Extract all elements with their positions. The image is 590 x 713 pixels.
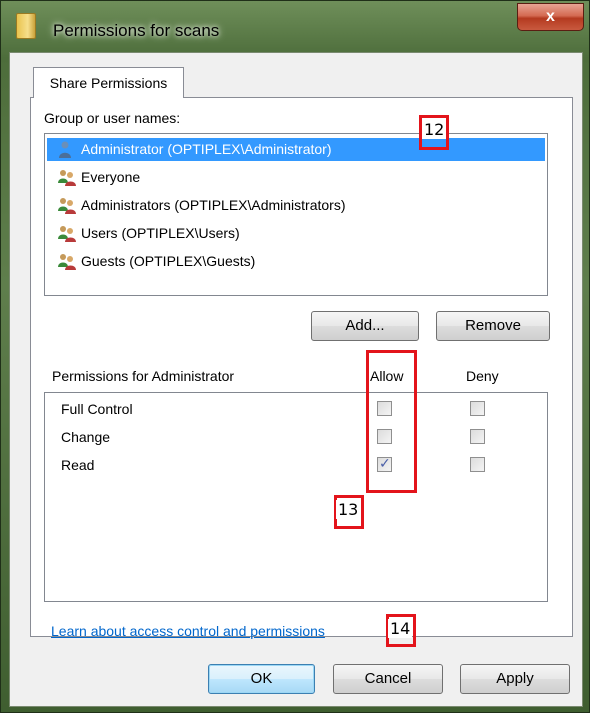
permission-row: Read ✓ [45, 453, 545, 481]
callout-number-12: 12 [422, 120, 447, 139]
deny-checkbox[interactable] [470, 401, 485, 416]
apply-button[interactable]: Apply [460, 664, 570, 694]
user-group-icon [58, 198, 76, 214]
callout-number-14: 14 [388, 619, 413, 638]
callout-box-allow-column [366, 350, 417, 493]
list-item[interactable]: Guests (OPTIPLEX\Guests) [47, 250, 545, 273]
list-item[interactable]: Users (OPTIPLEX\Users) [47, 222, 545, 245]
folder-icon [16, 13, 36, 39]
permission-row: Change [45, 425, 545, 453]
permission-row: Full Control [45, 397, 545, 425]
group-or-user-names-label: Group or user names: [44, 110, 181, 126]
list-item[interactable]: Everyone [47, 166, 545, 189]
remove-button[interactable]: Remove [436, 311, 550, 341]
ok-button[interactable]: OK [208, 664, 315, 694]
list-item[interactable]: Administrators (OPTIPLEX\Administrators) [47, 194, 545, 217]
deny-checkbox[interactable] [470, 457, 485, 472]
user-group-icon [58, 226, 76, 242]
list-item[interactable]: Administrator (OPTIPLEX\Administrator) [47, 138, 545, 161]
learn-about-access-control-link[interactable]: Learn about access control and permissio… [51, 623, 325, 639]
permission-name: Full Control [61, 401, 133, 417]
list-item-label: Guests (OPTIPLEX\Guests) [81, 253, 256, 269]
user-group-icon [58, 170, 76, 186]
permission-name: Change [61, 429, 111, 445]
list-item-label: Users (OPTIPLEX\Users) [81, 225, 240, 241]
list-item-label: Everyone [81, 169, 141, 185]
permissions-list: Full Control Change Read ✓ [44, 392, 548, 602]
list-item-label: Administrator (OPTIPLEX\Administrator) [81, 141, 332, 157]
dialog-window: Permissions for scans x Share Permission… [0, 0, 590, 713]
close-button[interactable]: x [517, 3, 584, 31]
title-bar[interactable]: Permissions for scans x [1, 1, 590, 51]
tab-share-permissions[interactable]: Share Permissions [33, 67, 184, 98]
add-button[interactable]: Add... [311, 311, 419, 341]
list-item-label: Administrators (OPTIPLEX\Administrators) [81, 197, 346, 213]
cancel-button[interactable]: Cancel [333, 664, 443, 694]
single-user-icon [59, 141, 71, 158]
permissions-header: Permissions for Administrator [52, 368, 235, 384]
deny-checkbox[interactable] [470, 429, 485, 444]
user-group-icon [58, 254, 76, 270]
deny-column-header: Deny [466, 368, 499, 384]
window-title: Permissions for scans [53, 21, 220, 40]
permission-name: Read [61, 457, 95, 473]
user-list[interactable]: Administrator (OPTIPLEX\Administrator) E… [44, 133, 548, 296]
callout-number-13: 13 [336, 500, 361, 519]
